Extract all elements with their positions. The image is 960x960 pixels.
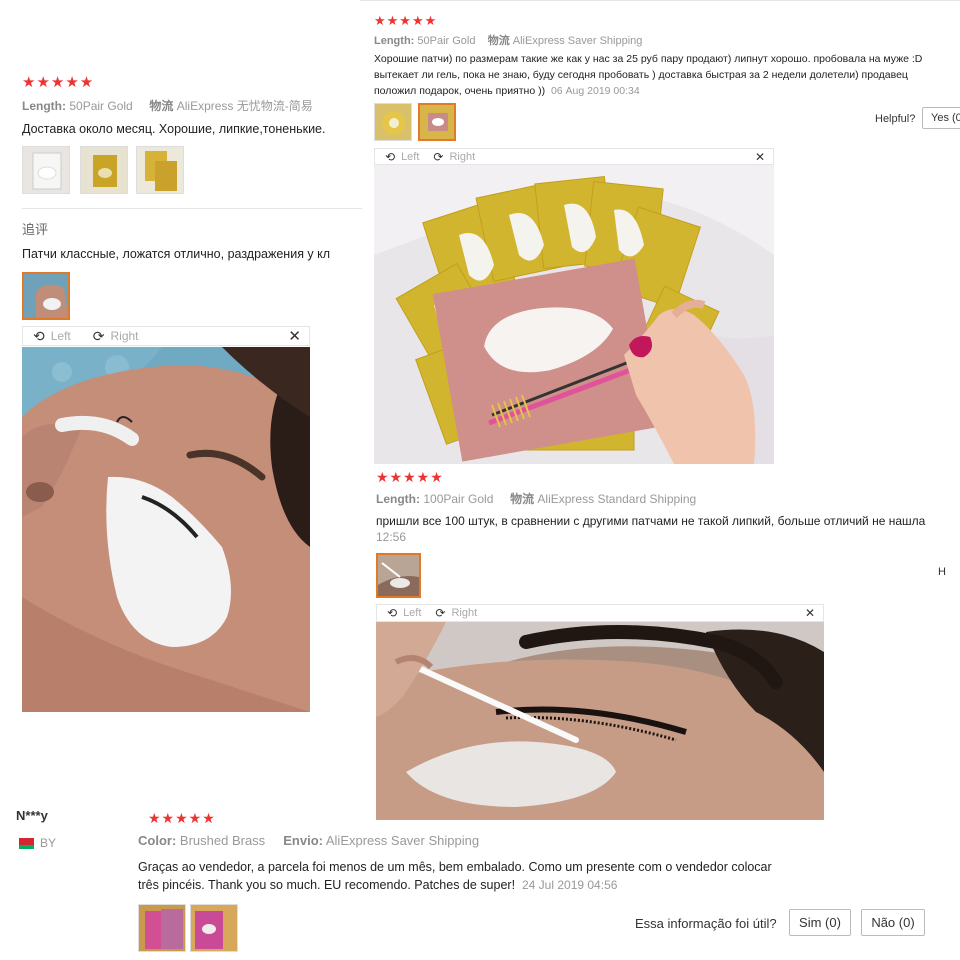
- shipping-label: 物流: [487, 35, 510, 47]
- length-value: 50Pair Gold: [69, 99, 133, 113]
- helpful-no-button[interactable]: Não (0): [861, 909, 925, 936]
- shipping-value: AliExpress Saver Shipping: [512, 35, 643, 47]
- review-photo-thumb[interactable]: [374, 103, 412, 141]
- reviewer-country: BY: [16, 836, 56, 850]
- close-icon[interactable]: ✕: [755, 150, 765, 164]
- length-label: Length:: [374, 35, 415, 47]
- rotate-right-icon: ⟳: [92, 327, 105, 344]
- rotate-left-label: Left: [401, 150, 420, 163]
- helpful-label: Helpful?: [875, 113, 916, 125]
- review-text-line-end: положил подарок, очень приятно )): [374, 85, 546, 97]
- rating-stars: ★★★★★: [374, 13, 438, 28]
- rotate-right-icon: ⟳: [435, 606, 446, 620]
- review-text-line: três pincéis. Thank you so much. EU reco…: [138, 876, 772, 894]
- followup-label: 追评: [22, 222, 49, 237]
- helpful-label: Essa informação foi útil?: [635, 916, 777, 931]
- review-meta: Length: 50Pair Gold 物流 AliExpress Saver …: [374, 32, 642, 48]
- reviewer-name: N***y: [16, 808, 48, 823]
- length-label: Length:: [22, 99, 66, 113]
- review-photo-large: [374, 165, 774, 464]
- review-photo-thumb-selected[interactable]: [376, 553, 421, 598]
- review-photo-thumb[interactable]: [138, 904, 186, 952]
- divider: [22, 208, 362, 209]
- followup-text: Патчи классные, ложатся отлично, раздраж…: [22, 247, 331, 261]
- close-icon[interactable]: ✕: [805, 606, 815, 620]
- rotate-right-button[interactable]: ⟳ Right: [435, 606, 477, 620]
- review-photo-thumb[interactable]: [136, 146, 184, 194]
- rating-stars: ★★★★★: [22, 74, 95, 91]
- review-text-line-end: três pincéis. Thank you so much. EU reco…: [138, 878, 516, 892]
- review-text-line: Хорошие патчи) по размерам такие же как …: [374, 53, 923, 65]
- shipping-label: 物流: [149, 99, 174, 113]
- rotate-right-label: Right: [449, 150, 476, 163]
- review-text-line: вытекает ли гель, пока не знаю, буду сег…: [374, 69, 908, 81]
- rotate-left-label: Left: [50, 329, 71, 343]
- shipping-label: Envio:: [283, 833, 323, 848]
- rotate-left-button[interactable]: ⟲ Left: [387, 606, 421, 620]
- image-viewer-toolbar: ⟲ Left ⟳ Right ✕: [22, 326, 310, 346]
- rotate-right-button[interactable]: ⟳ Right: [93, 328, 139, 345]
- review-photo-thumb[interactable]: [22, 146, 70, 194]
- helpful-yes-button[interactable]: Sim (0): [789, 909, 851, 936]
- color-label: Color:: [138, 833, 177, 848]
- rotate-right-button[interactable]: ⟳ Right: [433, 150, 475, 164]
- review-text: пришли все 100 штук, в сравнении с други…: [376, 514, 926, 528]
- belarus-flag-icon: [16, 837, 34, 849]
- review-text-line: положил подарок, очень приятно )) 06 Aug…: [374, 83, 922, 99]
- rotate-left-label: Left: [403, 607, 422, 619]
- review-date: 12:56: [376, 530, 407, 544]
- rotate-left-button[interactable]: ⟲ Left: [385, 150, 419, 164]
- rating-stars: ★★★★★: [148, 810, 216, 826]
- rotate-left-icon: ⟲: [385, 149, 396, 164]
- rotate-left-icon: ⟲: [387, 606, 398, 620]
- review-text: Хорошие патчи) по размерам такие же как …: [374, 51, 922, 99]
- divider: [360, 0, 960, 1]
- rating-stars: ★★★★★: [376, 469, 444, 485]
- review-meta: Length: 50Pair Gold 物流 AliExpress 无忧物流-简…: [22, 97, 313, 114]
- rotate-left-icon: ⟲: [33, 327, 45, 344]
- image-viewer-toolbar: ⟲ Left ⟳ Right ✕: [374, 148, 774, 165]
- rotate-right-icon: ⟳: [433, 149, 444, 164]
- review-photo-thumb-selected[interactable]: [418, 103, 456, 141]
- review-text: Доставка около месяц. Хорошие, липкие,то…: [22, 122, 326, 136]
- country-code: BY: [40, 836, 57, 850]
- review-date: 24 Jul 2019 04:56: [522, 878, 618, 892]
- followup-photo-thumb-selected[interactable]: [22, 272, 70, 320]
- rotate-right-label: Right: [451, 607, 478, 619]
- review-date: 06 Aug 2019 00:34: [550, 85, 640, 97]
- review-photo-thumb[interactable]: [190, 904, 238, 952]
- image-viewer-toolbar: ⟲ Left ⟳ Right ✕: [376, 604, 824, 622]
- shipping-value: AliExpress 无忧物流-简易: [176, 99, 313, 113]
- review-photo-thumb[interactable]: [80, 146, 128, 194]
- review-photo-large: [376, 622, 824, 820]
- close-icon[interactable]: ✕: [288, 327, 301, 345]
- review-meta: Length: 100Pair Gold 物流 AliExpress Stand…: [376, 490, 696, 507]
- review-photo-large: [22, 347, 310, 712]
- rotate-right-label: Right: [110, 329, 139, 343]
- review-text-line: Graças ao vendedor, a parcela foi menos …: [138, 860, 772, 874]
- length-value: 100Pair Gold: [423, 492, 494, 506]
- shipping-value: AliExpress Standard Shipping: [537, 492, 697, 506]
- review-text: Graças ao vendedor, a parcela foi menos …: [138, 858, 772, 894]
- helpful-label-truncated: H: [938, 566, 946, 578]
- shipping-label: 物流: [510, 492, 535, 506]
- shipping-value: AliExpress Saver Shipping: [325, 833, 480, 848]
- length-value: 50Pair Gold: [417, 35, 476, 47]
- rotate-left-button[interactable]: ⟲ Left: [33, 328, 71, 345]
- length-label: Length:: [376, 492, 420, 506]
- helpful-yes-button[interactable]: Yes (0: [922, 107, 960, 129]
- color-value: Brushed Brass: [179, 833, 266, 848]
- review-meta: Color: Brushed Brass Envio: AliExpress S…: [138, 833, 479, 848]
